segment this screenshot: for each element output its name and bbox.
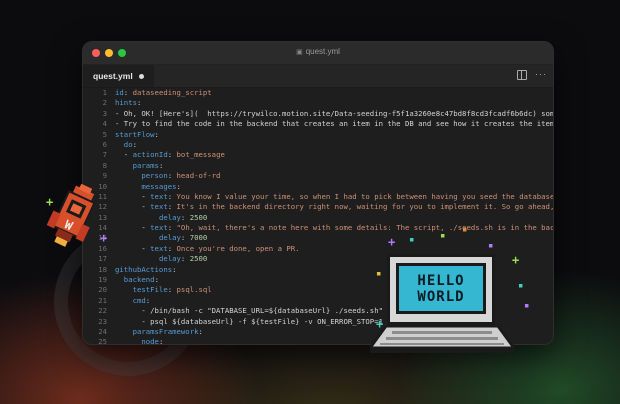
tab-actions: ···: [517, 70, 547, 80]
sparkle-icon: ▪: [376, 269, 382, 279]
sparkle-icon: ▪: [409, 235, 415, 245]
tab-label: quest.yml: [93, 71, 133, 81]
title-bar: ▣ quest.yml: [83, 42, 553, 65]
lock-icon: ▣: [296, 49, 303, 56]
line-code: - Oh, OK! [Here's]( https://trywilco.mot…: [115, 108, 554, 118]
line-number: 25: [98, 337, 107, 345]
code-line[interactable]: 16 - text: Once you're done, open a PR.: [83, 244, 553, 254]
code-line[interactable]: 11 - text: You know I value your time, s…: [83, 192, 553, 202]
line-code: cmd:: [132, 295, 151, 305]
monitor-screen: HELLO WORLD: [396, 263, 486, 314]
line-code: do:: [123, 139, 137, 149]
sparkle-icon: +: [46, 195, 54, 209]
line-code: messages:: [141, 181, 181, 191]
sparkle-icon: ▪: [462, 225, 468, 235]
line-code: delay: 2500: [158, 212, 208, 222]
code-line[interactable]: 4 - Try to find the code in the backend t…: [83, 119, 553, 129]
line-number: 5: [102, 129, 107, 139]
line-number: 8: [102, 160, 107, 170]
code-line[interactable]: 14 - text: "Oh, wait, there's a note her…: [83, 223, 553, 233]
line-code: id: dataseeding_script: [115, 88, 212, 97]
hello-text: HELLO: [417, 272, 465, 289]
sparkle-icon: ▪: [524, 301, 530, 311]
sparkle-icon: +: [100, 231, 108, 245]
unsaved-dot-icon[interactable]: [138, 73, 144, 79]
line-code: delay: 7000: [158, 233, 208, 243]
code-line[interactable]: 1 id: dataseeding_script: [83, 88, 553, 98]
code-line[interactable]: 2 hints:: [83, 98, 553, 108]
line-number: 9: [102, 171, 107, 181]
sparkle-icon: ▪: [488, 241, 494, 251]
line-code: - /bin/bash -c "DATABASE_URL=${databaseU…: [115, 306, 383, 316]
line-code: - text: "Oh, wait, there's a note here w…: [115, 223, 554, 233]
world-text: WORLD: [417, 288, 465, 305]
sparkle-icon: ▪: [518, 281, 524, 291]
line-number: 7: [102, 150, 107, 160]
code-line[interactable]: 9 person: head-of-rd: [83, 171, 553, 181]
code-line[interactable]: 3 - Oh, OK! [Here's]( https://trywilco.mo…: [83, 109, 553, 119]
code-line[interactable]: 6 do:: [83, 140, 553, 150]
line-code: - text: You know I value your time, so w…: [115, 191, 554, 201]
line-number: 3: [102, 108, 107, 118]
computer-monitor: HELLO WORLD: [387, 254, 495, 326]
tab-bar: quest.yml ···: [83, 65, 553, 88]
line-code: backend:: [123, 275, 159, 285]
window-title-text: quest.yml: [305, 47, 340, 56]
line-code: - text: It's in the backend directory ri…: [115, 202, 554, 212]
sparkle-icon: +: [388, 235, 396, 249]
code-line[interactable]: 7 - actionId: bot_message: [83, 150, 553, 160]
line-code: - Try to find the code in the backend th…: [115, 119, 554, 129]
line-number: 23: [98, 316, 107, 326]
line-code: hints:: [115, 98, 142, 108]
line-code: startFlow:: [115, 129, 159, 139]
line-number: 17: [98, 254, 107, 264]
keyboard-base: [370, 326, 514, 353]
code-line[interactable]: 12 - text: It's in the backend directory…: [83, 202, 553, 212]
line-code: - text: Once you're done, open a PR.: [115, 243, 300, 253]
tab-quest-yml[interactable]: quest.yml: [83, 65, 154, 87]
line-code: paramsFramework:: [132, 326, 203, 336]
more-actions-icon[interactable]: ···: [535, 70, 547, 80]
sparkle-icon: +: [512, 253, 520, 267]
code-line[interactable]: 15 delay: 7000: [83, 233, 553, 243]
code-line[interactable]: 8 params:: [83, 161, 553, 171]
line-number: 22: [98, 306, 107, 316]
code-line[interactable]: 13 delay: 2500: [83, 213, 553, 223]
line-code: githubActions:: [115, 264, 177, 274]
line-number: 21: [98, 295, 107, 305]
line-number: 1: [102, 88, 107, 97]
rocket-icon: W: [46, 183, 96, 247]
code-line[interactable]: 10 messages:: [83, 182, 553, 192]
line-number: 18: [98, 264, 107, 274]
line-code: params:: [132, 160, 164, 170]
line-number: 24: [98, 326, 107, 336]
line-code: person: head-of-rd: [141, 171, 221, 181]
split-editor-icon[interactable]: [517, 70, 527, 80]
line-number: 20: [98, 285, 107, 295]
window-title: ▣ quest.yml: [83, 47, 553, 56]
line-code: - actionId: bot_message: [115, 150, 225, 160]
line-number: 6: [102, 139, 107, 149]
line-code: delay: 2500: [158, 254, 208, 264]
code-line[interactable]: 5 startFlow:: [83, 130, 553, 140]
line-code: node:: [141, 337, 164, 345]
line-number: 2: [102, 98, 107, 108]
sparkle-icon: ▪: [440, 231, 446, 241]
line-code: - psql ${databaseUrl} -f ${testFile} -v …: [115, 316, 383, 326]
line-number: 4: [102, 119, 107, 129]
line-code: testFile: psql.sql: [132, 285, 212, 295]
line-number: 19: [98, 275, 107, 285]
